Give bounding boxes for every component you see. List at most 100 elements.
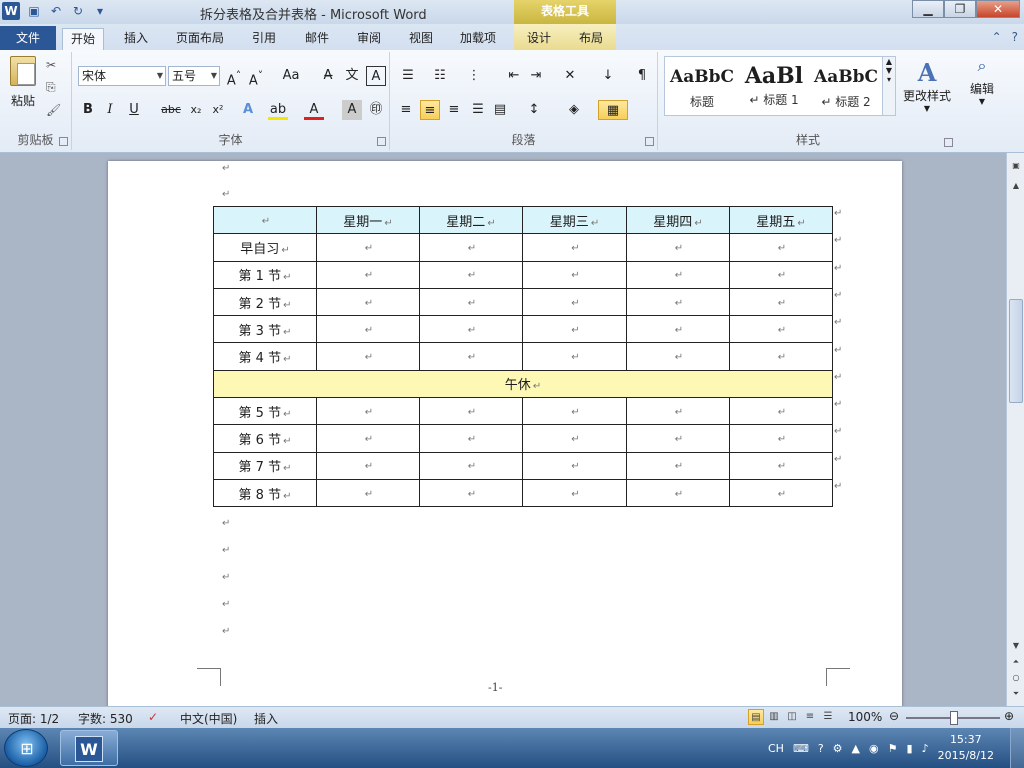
header-cell[interactable]: 星期二 ↵ [419, 205, 523, 235]
redo-icon[interactable]: ↻ [70, 3, 86, 19]
period-cell[interactable]: 第 7 节 ↵ [213, 451, 317, 480]
next-page-icon[interactable]: ⏷ [1009, 689, 1023, 699]
period-cell[interactable]: 第 1 节 ↵ [213, 260, 317, 289]
style-heading-1[interactable]: AaBl ↵ 标题 1 [739, 59, 809, 113]
start-button[interactable]: ⊞ [4, 729, 48, 767]
character-border-icon[interactable]: A [366, 66, 386, 86]
table-cell[interactable]: ↵ [626, 397, 730, 426]
tab-file[interactable]: 文件 [0, 26, 56, 50]
minimize-button[interactable]: ▁ [912, 0, 944, 18]
bold-icon[interactable]: B [78, 100, 98, 120]
table-cell[interactable]: ↵ [729, 451, 833, 480]
table-cell[interactable]: ↵ [522, 451, 627, 480]
table-cell[interactable]: ↵ [729, 233, 833, 262]
style-heading-2[interactable]: AaBbC ↵ 标题 2 [811, 59, 881, 113]
numbering-icon[interactable]: ☷ [430, 66, 450, 86]
customize-qat-icon[interactable]: ▾ [92, 3, 108, 19]
subscript-icon[interactable]: x₂ [186, 100, 206, 120]
browse-object-icon[interactable]: ○ [1009, 673, 1023, 682]
table-cell[interactable]: ↵ [522, 342, 627, 371]
text-effects-icon[interactable]: A [238, 100, 258, 120]
show-desktop-button[interactable] [1010, 728, 1024, 768]
table-cell[interactable]: ↵ [316, 287, 420, 317]
font-name-combo[interactable]: 宋体 ▼ [78, 66, 166, 86]
volume-icon[interactable]: ♪ [922, 742, 929, 755]
table-cell[interactable]: ↵ [316, 342, 420, 371]
table-cell[interactable]: ↵ [626, 260, 730, 289]
table-cell[interactable]: ↵ [626, 424, 730, 453]
table-cell[interactable]: ↵ [419, 424, 523, 453]
period-cell[interactable]: 第 3 节 ↵ [213, 315, 317, 344]
highlight-icon[interactable]: ab [268, 100, 288, 120]
table-cell[interactable]: ↵ [626, 342, 730, 371]
zoom-out-icon[interactable]: ⊖ [889, 709, 899, 723]
table-cell[interactable]: ↵ [729, 478, 833, 508]
zoom-in-icon[interactable]: ⊕ [1004, 709, 1014, 723]
borders-icon[interactable]: ▦ [598, 100, 628, 120]
header-cell[interactable]: ↵ [213, 205, 317, 235]
shading-icon[interactable]: ◈ [564, 100, 584, 120]
clear-formatting-icon[interactable]: A̶ [318, 66, 338, 86]
table-cell[interactable]: ↵ [729, 287, 833, 317]
tab-references[interactable]: 引用 [252, 28, 276, 50]
table-cell[interactable]: ↵ [626, 451, 730, 480]
font-color-icon[interactable]: A [304, 100, 324, 120]
proofing-icon[interactable]: ✓ [148, 710, 158, 724]
tab-mailings[interactable]: 邮件 [305, 28, 329, 50]
tab-review[interactable]: 审阅 [357, 28, 381, 50]
period-cell[interactable]: 第 5 节 ↵ [213, 397, 317, 426]
table-cell[interactable]: ↵ [522, 424, 627, 453]
taskbar-word-button[interactable]: W [60, 730, 118, 766]
italic-icon[interactable]: I [100, 100, 120, 120]
header-cell[interactable]: 星期五 ↵ [729, 205, 833, 235]
zoom-level[interactable]: 100% [848, 710, 882, 724]
format-painter-icon[interactable]: 🖌 [46, 103, 61, 117]
table-cell[interactable]: ↵ [522, 315, 627, 344]
period-cell[interactable]: 第 6 节 ↵ [213, 424, 317, 453]
table-cell[interactable]: ↵ [729, 397, 833, 426]
change-case-icon[interactable]: Aa [278, 66, 304, 86]
clipboard-launcher-icon[interactable] [59, 137, 68, 146]
table-cell[interactable]: ↵ [729, 424, 833, 453]
table-cell[interactable]: ↵ [419, 342, 523, 371]
tray-options-icon[interactable]: ⚙ [833, 742, 843, 755]
zoom-slider-handle[interactable] [950, 711, 958, 725]
timetable[interactable]: ↵ 星期一 ↵ 星期二 ↵ 星期三 ↵ 星期四 ↵ 星期五 ↵ 早自习 ↵ ↵ ↵ ↵ ↵ ↵ 第 1 节 ↵ ↵ ↵ ↵ ↵… [213, 205, 833, 508]
minimize-ribbon-icon[interactable]: ⌃ [992, 30, 1002, 44]
period-cell[interactable]: 早自习 ↵ [213, 233, 317, 262]
phonetic-guide-icon[interactable]: 文 [342, 66, 362, 86]
word-count[interactable]: 字数: 530 [78, 710, 133, 727]
table-cell[interactable]: ↵ [316, 424, 420, 453]
table-cell[interactable]: ↵ [419, 451, 523, 480]
change-styles-button[interactable]: A 更改样式 ▼ [900, 58, 954, 113]
paste-button[interactable]: 粘贴 [6, 56, 40, 109]
grow-font-icon[interactable]: A˄ [224, 66, 244, 88]
help-tray-icon[interactable]: ? [818, 742, 824, 755]
network-icon[interactable]: ▮ [907, 742, 913, 755]
tab-view[interactable]: 视图 [409, 28, 433, 50]
draft-icon[interactable]: ☰ [820, 709, 836, 725]
table-cell[interactable]: ↵ [316, 397, 420, 426]
scroll-thumb[interactable] [1009, 299, 1023, 403]
web-layout-icon[interactable]: ◫ [784, 709, 800, 725]
chinese-layout-icon[interactable]: ✕ [560, 66, 580, 86]
underline-icon[interactable]: U [124, 100, 144, 120]
tab-home[interactable]: 开始 [62, 28, 105, 50]
keyboard-icon[interactable]: ⌨ [793, 742, 809, 755]
cut-icon[interactable]: ✂ [46, 58, 61, 72]
table-cell[interactable]: ↵ [626, 233, 730, 262]
table-cell[interactable]: ↵ [419, 478, 523, 508]
previous-page-icon[interactable]: ⏶ [1009, 657, 1023, 667]
show-marks-icon[interactable]: ¶ [632, 66, 652, 86]
period-cell[interactable]: 第 2 节 ↵ [213, 287, 317, 317]
styles-launcher-icon[interactable] [944, 138, 953, 147]
table-cell[interactable]: ↵ [522, 260, 627, 289]
superscript-icon[interactable]: x² [208, 100, 228, 120]
table-cell[interactable]: ↵ [522, 287, 627, 317]
tab-addins[interactable]: 加载项 [460, 28, 496, 50]
font-size-combo[interactable]: 五号 ▼ [168, 66, 220, 86]
table-cell[interactable]: ↵ [419, 260, 523, 289]
enclose-characters-icon[interactable]: ㊞ [366, 100, 386, 120]
table-cell[interactable]: ↵ [419, 315, 523, 344]
justify-icon[interactable]: ☰ [468, 100, 488, 120]
